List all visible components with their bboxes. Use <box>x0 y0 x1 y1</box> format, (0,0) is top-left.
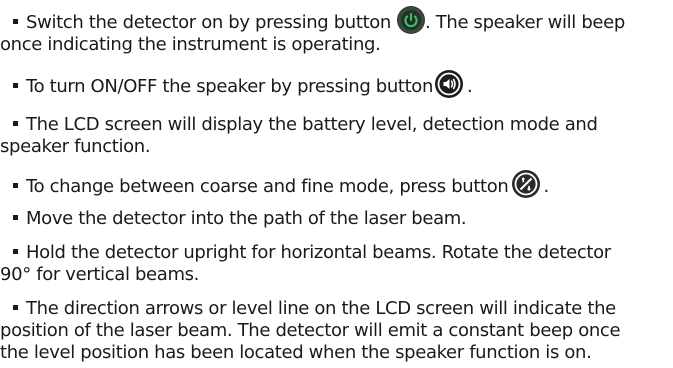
bullet-icon <box>13 305 18 310</box>
instruction-text-suffix: . The speaker will beep <box>425 12 625 33</box>
instruction-item-move: Move the detector into the path of the l… <box>6 208 668 230</box>
speaker-button-icon <box>435 70 464 98</box>
bullet-icon <box>13 215 18 220</box>
instruction-text: The LCD screen will display the battery … <box>26 114 598 135</box>
bullet-icon <box>13 249 18 254</box>
instruction-text-suffix: . <box>467 76 473 97</box>
instruction-text: To turn ON/OFF the speaker by pressing b… <box>26 76 434 97</box>
instruction-text: Switch the detector on by pressing butto… <box>26 12 391 33</box>
bullet-icon <box>13 19 18 24</box>
instruction-item-mode: To change between coarse and fine mode, … <box>6 170 668 198</box>
instruction-text-continued: speaker function. <box>0 136 151 157</box>
power-button-icon <box>397 6 425 34</box>
instruction-text: The direction arrows or level line on th… <box>26 298 616 319</box>
instruction-text-continued: 90° for vertical beams. <box>0 264 200 285</box>
instruction-text: To change between coarse and fine mode, … <box>26 176 509 197</box>
instruction-item-lcd: The LCD screen will display the battery … <box>0 114 668 158</box>
bullet-icon <box>13 183 18 188</box>
instruction-text-continued: position of the laser beam. The detector… <box>0 320 621 341</box>
mode-toggle-button-icon <box>512 170 541 198</box>
instruction-item-direction: The direction arrows or level line on th… <box>0 298 668 364</box>
instruction-item-power: Switch the detector on by pressing butto… <box>0 6 668 56</box>
bullet-icon <box>13 83 18 88</box>
instruction-text-continued: once indicating the instrument is operat… <box>0 34 381 55</box>
instruction-text-suffix: . <box>543 176 549 197</box>
instruction-text: Move the detector into the path of the l… <box>26 208 467 229</box>
instruction-text-continued: the level position has been located when… <box>0 342 592 363</box>
bullet-icon <box>13 121 18 126</box>
instruction-item-orientation: Hold the detector upright for horizontal… <box>0 242 668 286</box>
instruction-text: Hold the detector upright for horizontal… <box>26 242 611 263</box>
instruction-page: Switch the detector on by pressing butto… <box>0 0 673 368</box>
instruction-item-speaker: To turn ON/OFF the speaker by pressing b… <box>6 70 668 98</box>
